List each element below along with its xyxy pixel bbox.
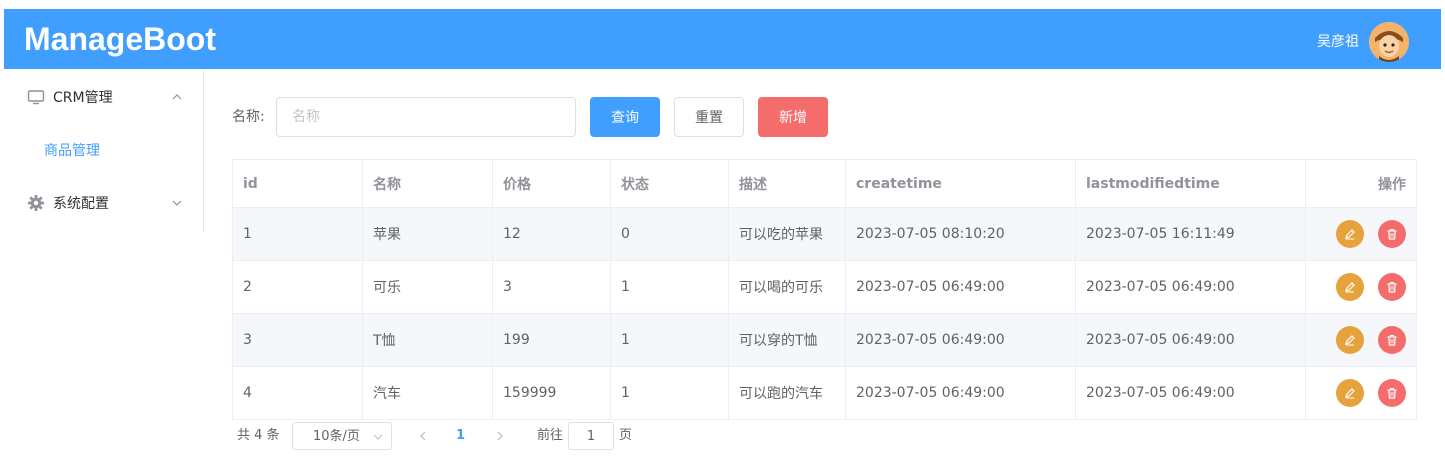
cell-lastmodifiedtime: 2023-07-05 06:49:00 [1075,260,1306,314]
cell-status: 0 [610,207,729,261]
trash-icon [1387,335,1397,346]
column-header-price[interactable]: 价格 [492,159,611,208]
cell-createtime: 2023-07-05 06:49:00 [845,313,1076,367]
sidebar-group-system-config[interactable]: 系统配置 [4,175,203,231]
goto-page-input[interactable]: 1 [568,422,614,450]
column-header-createtime[interactable]: createtime [845,159,1076,208]
sidebar-item-product-management[interactable]: 商品管理 [4,125,203,175]
table-header-row: id 名称 价格 状态 描述 createtime lastmodifiedti… [232,159,1417,208]
cell-id: 2 [232,260,363,314]
cell-id: 4 [232,366,363,420]
column-header-name[interactable]: 名称 [362,159,493,208]
app-page: ManageBoot 吴彦祖 CRM管理 商品管理 系统配置 名称: 名称 查询… [0,0,1445,463]
next-page-icon[interactable] [494,422,506,450]
user-name[interactable]: 吴彦祖 [1317,32,1359,52]
cell-actions [1305,313,1417,367]
cell-createtime: 2023-07-05 08:10:20 [845,207,1076,261]
brand-title: ManageBoot [24,21,216,57]
cell-price: 159999 [492,366,611,420]
table-row: 3 T恤 199 1 可以穿的T恤 2023-07-05 06:49:00 2023-07-… [232,313,1417,367]
cell-lastmodifiedtime: 2023-07-05 06:49:00 [1075,366,1306,420]
top-header: ManageBoot 吴彦祖 [4,9,1441,69]
trash-icon [1387,282,1397,293]
column-header-actions: 操作 [1305,159,1417,208]
search-input[interactable] [276,97,576,137]
cell-createtime: 2023-07-05 06:49:00 [845,366,1076,420]
table-row: 2 可乐 3 1 可以喝的可乐 2023-07-05 06:49:00 2023-07-05… [232,260,1417,314]
cell-actions [1305,260,1417,314]
cell-id: 1 [232,207,363,261]
delete-button[interactable] [1378,326,1406,354]
cell-actions [1305,207,1417,261]
edit-button[interactable] [1336,326,1364,354]
sidebar-group-crm[interactable]: CRM管理 [4,69,203,125]
cell-status: 1 [610,313,729,367]
cell-status: 1 [610,260,729,314]
trash-icon [1387,388,1397,399]
goto-suffix: 页 [619,428,633,443]
page-size-select[interactable]: 10条/页 [292,422,392,450]
column-header-id[interactable]: id [232,159,363,208]
sidebar-item-label: 商品管理 [44,143,100,159]
delete-button[interactable] [1378,273,1406,301]
cell-lastmodifiedtime: 2023-07-05 16:11:49 [1075,207,1306,261]
cell-lastmodifiedtime: 2023-07-05 06:49:00 [1075,313,1306,367]
cell-createtime: 2023-07-05 06:49:00 [845,260,1076,314]
sidebar-group-label: CRM管理 [53,90,113,106]
monitor-icon [27,90,45,105]
cell-status: 1 [610,366,729,420]
chevron-up-icon [172,94,182,100]
query-button[interactable]: 查询 [590,97,660,137]
edit-icon [1345,335,1355,346]
cell-id: 3 [232,313,363,367]
chevron-down-icon [172,200,182,206]
cell-price: 12 [492,207,611,261]
search-label: 名称: [232,109,265,125]
column-header-description[interactable]: 描述 [728,159,846,208]
edit-button[interactable] [1336,220,1364,248]
edit-icon [1345,229,1355,240]
edit-button[interactable] [1336,273,1364,301]
delete-button[interactable] [1378,220,1406,248]
table-row: 4 汽车 159999 1 可以跑的汽车 2023-07-05 06:49:00 2023-… [232,366,1417,420]
cell-description: 可以吃的苹果 [728,207,846,261]
cell-description: 可以穿的T恤 [728,313,846,367]
sidebar-group-label: 系统配置 [53,196,109,212]
table-row: 1 苹果 12 0 可以吃的苹果 2023-07-05 08:10:20 2023-07-0… [232,207,1417,261]
pagination: 共 4 条 10条/页 1 前往 1 页 [232,422,932,450]
prev-page-icon[interactable] [417,422,429,450]
pagination-total: 共 4 条 [237,428,280,443]
cell-actions [1305,366,1417,420]
trash-icon [1387,229,1397,240]
product-table: id 名称 价格 状态 描述 createtime lastmodifiedti… [232,159,1417,420]
cell-price: 199 [492,313,611,367]
add-button[interactable]: 新增 [758,97,828,137]
edit-button[interactable] [1336,379,1364,407]
page-size-value: 10条/页 [313,429,360,444]
edit-icon [1345,388,1355,399]
reset-button[interactable]: 重置 [674,97,744,137]
gear-icon [28,195,44,211]
column-header-status[interactable]: 状态 [610,159,729,208]
cell-price: 3 [492,260,611,314]
cell-description: 可以喝的可乐 [728,260,846,314]
avatar-image [1369,22,1409,62]
cell-description: 可以跑的汽车 [728,366,846,420]
chevron-down-icon [373,434,383,440]
cell-name: 汽车 [362,366,493,420]
edit-icon [1345,282,1355,293]
cell-name: 可乐 [362,260,493,314]
goto-label: 前往 [537,428,564,443]
cell-name: 苹果 [362,207,493,261]
cell-name: T恤 [362,313,493,367]
delete-button[interactable] [1378,379,1406,407]
avatar[interactable] [1369,22,1409,62]
sidebar: CRM管理 商品管理 系统配置 [4,69,204,232]
page-number-current[interactable]: 1 [456,422,465,450]
column-header-lastmodifiedtime[interactable]: lastmodifiedtime [1075,159,1306,208]
